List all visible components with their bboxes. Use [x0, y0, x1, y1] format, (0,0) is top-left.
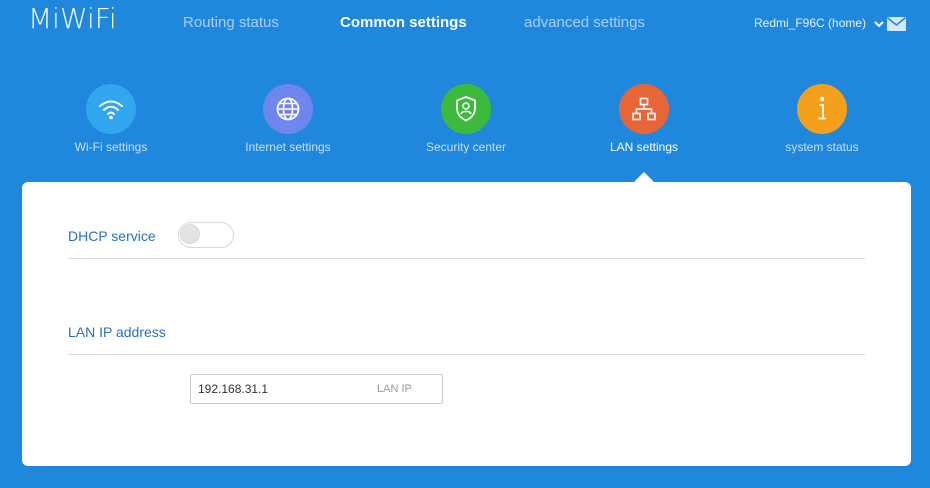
category-label: system status — [785, 140, 859, 154]
nav-common-settings[interactable]: Common settings — [340, 14, 467, 31]
category-security-circle — [441, 84, 491, 134]
router-name: Redmi_F96C (home) — [754, 16, 867, 30]
chevron-down-icon — [874, 21, 885, 28]
category-label: Internet settings — [245, 140, 331, 154]
dhcp-service-label: DHCP service — [68, 228, 156, 244]
dhcp-toggle[interactable] — [178, 222, 234, 248]
category-internet-circle — [263, 84, 313, 134]
user-menu[interactable]: Redmi_F96C (home) — [754, 16, 885, 30]
lan-ip-suffix: LAN IP — [377, 383, 412, 395]
globe-icon — [276, 97, 300, 121]
category-security-center[interactable]: Security center — [396, 84, 536, 154]
lan-ip-heading: LAN IP address — [68, 324, 166, 340]
miwifi-logo: MiWiFi — [28, 2, 117, 35]
lan-ip-field: LAN IP — [190, 374, 443, 404]
active-tab-pointer — [634, 172, 654, 182]
mail-icon[interactable] — [887, 17, 906, 31]
category-lan-settings[interactable]: LAN settings — [574, 84, 714, 154]
category-internet-settings[interactable]: Internet settings — [218, 84, 358, 154]
category-row: Wi-Fi settings Internet settings Securit… — [0, 84, 930, 164]
category-lan-circle — [619, 84, 669, 134]
category-label: Security center — [425, 140, 507, 154]
toggle-knob — [180, 224, 200, 244]
info-icon — [818, 96, 826, 120]
category-wifi-circle — [86, 84, 136, 134]
section-divider — [68, 354, 865, 355]
category-wifi-settings[interactable]: Wi-Fi settings — [41, 84, 181, 154]
lan-settings-panel: DHCP service LAN IP address LAN IP — [22, 182, 911, 466]
network-tree-icon — [632, 97, 656, 121]
category-system-status[interactable]: system status — [752, 84, 892, 154]
nav-routing-status[interactable]: Routing status — [183, 14, 279, 31]
nav-advanced-settings[interactable]: advanced settings — [524, 14, 645, 31]
category-system-circle — [797, 84, 847, 134]
section-divider — [68, 258, 865, 259]
shield-user-icon — [456, 96, 476, 122]
category-label: LAN settings — [609, 140, 679, 154]
wifi-icon — [99, 100, 123, 120]
category-label: Wi-Fi settings — [74, 140, 148, 154]
lan-ip-input[interactable] — [191, 375, 361, 403]
